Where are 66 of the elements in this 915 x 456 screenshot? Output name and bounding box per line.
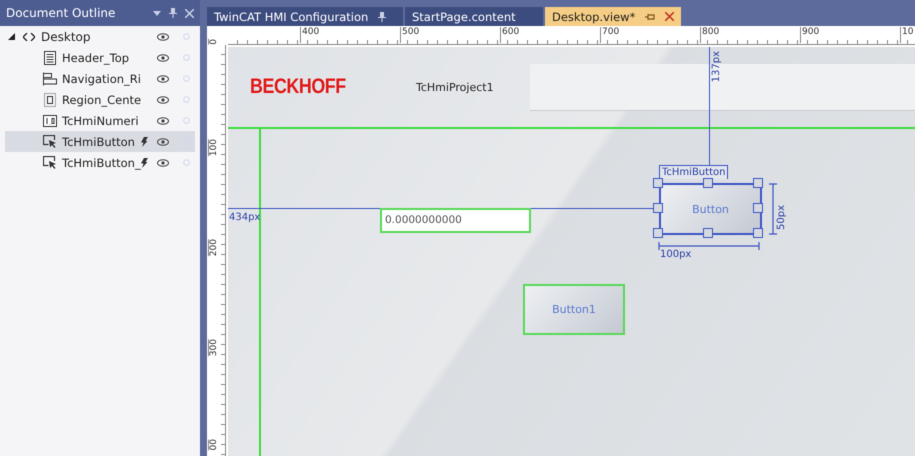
distance-label: 137px [711,51,722,82]
numeric-icon [43,114,57,126]
tree-item[interactable]: Region_Cente [5,89,195,110]
item-label: Header_Top [62,50,130,64]
eye-icon[interactable] [157,158,169,166]
resize-handle[interactable] [653,228,663,238]
item-label: Navigation_Ri [62,72,142,86]
height-dimension [769,183,777,235]
ruler-label: 00 [208,439,223,450]
pin-icon[interactable] [645,12,656,20]
close-icon[interactable] [665,12,674,21]
item-label: Region_Cente [62,92,142,106]
project-title: TcHmiProject1 [416,81,494,94]
pin-icon[interactable] [378,12,386,22]
ruler-label: 200 [208,239,223,256]
numeric-input[interactable]: 0.0000000000 [380,208,531,233]
ruler-label: 800 [700,27,720,43]
ruler-label: 500 [400,27,420,43]
ruler-label: 400 [300,27,320,43]
panel-title: Document Outline [6,6,116,20]
eye-icon[interactable] [157,96,169,104]
item-label: TcHmiButton_ [62,156,142,170]
code-icon [23,32,35,40]
tree-item[interactable]: Navigation_Ri [5,68,195,89]
ruler-label: 700 [600,27,620,43]
resize-handle[interactable] [753,228,763,238]
button-cursor-icon [43,135,57,148]
ruler-label: 600 [500,27,520,43]
eye-icon[interactable] [157,116,169,124]
expander-icon[interactable] [8,33,15,40]
eye-icon[interactable] [157,74,169,82]
ruler-label: 0 [208,39,223,45]
layout-icon [43,72,57,86]
tree-item[interactable]: TcHmiButton [5,131,195,152]
ruler-label: 100 [208,139,223,156]
dimension-label: 100px [660,249,692,260]
tree-item[interactable]: TcHmiButton_ [5,152,195,173]
eye-icon[interactable] [157,54,169,62]
document-tab[interactable]: TwinCAT HMI Configuration [207,7,403,26]
region-icon [43,92,57,106]
element-tag: TcHmiButton [659,165,728,179]
resize-handle[interactable] [703,228,713,238]
page-icon [43,50,57,64]
resize-handle[interactable] [753,203,763,213]
dimension-label: 50px [776,205,787,230]
document-tab[interactable]: Desktop.view* [545,7,682,26]
resize-handle[interactable] [653,178,663,188]
eye-icon[interactable] [157,32,169,40]
ruler-label: 10 [900,27,914,43]
button-cursor-icon [43,156,57,169]
tree-item[interactable]: TcHmiNumeri [5,110,195,131]
ruler-label: 300 [208,339,223,356]
dropdown-icon[interactable] [153,10,161,16]
ruler-label: 900 [800,27,820,43]
tree-item[interactable]: Header_Top [5,47,195,68]
eye-icon[interactable] [157,138,169,146]
logo-text: BECKHOFF [250,75,346,99]
item-label: Desktop [41,30,92,44]
item-label: TcHmiButton [62,134,136,148]
resize-handle[interactable] [703,178,713,188]
resize-handle[interactable] [653,203,663,213]
pin-icon[interactable] [169,8,177,18]
tree-item[interactable]: Desktop [5,26,195,47]
resize-handle[interactable] [753,178,763,188]
document-tab[interactable]: StartPage.content [405,7,543,26]
item-label: TcHmiNumeri [62,114,140,128]
